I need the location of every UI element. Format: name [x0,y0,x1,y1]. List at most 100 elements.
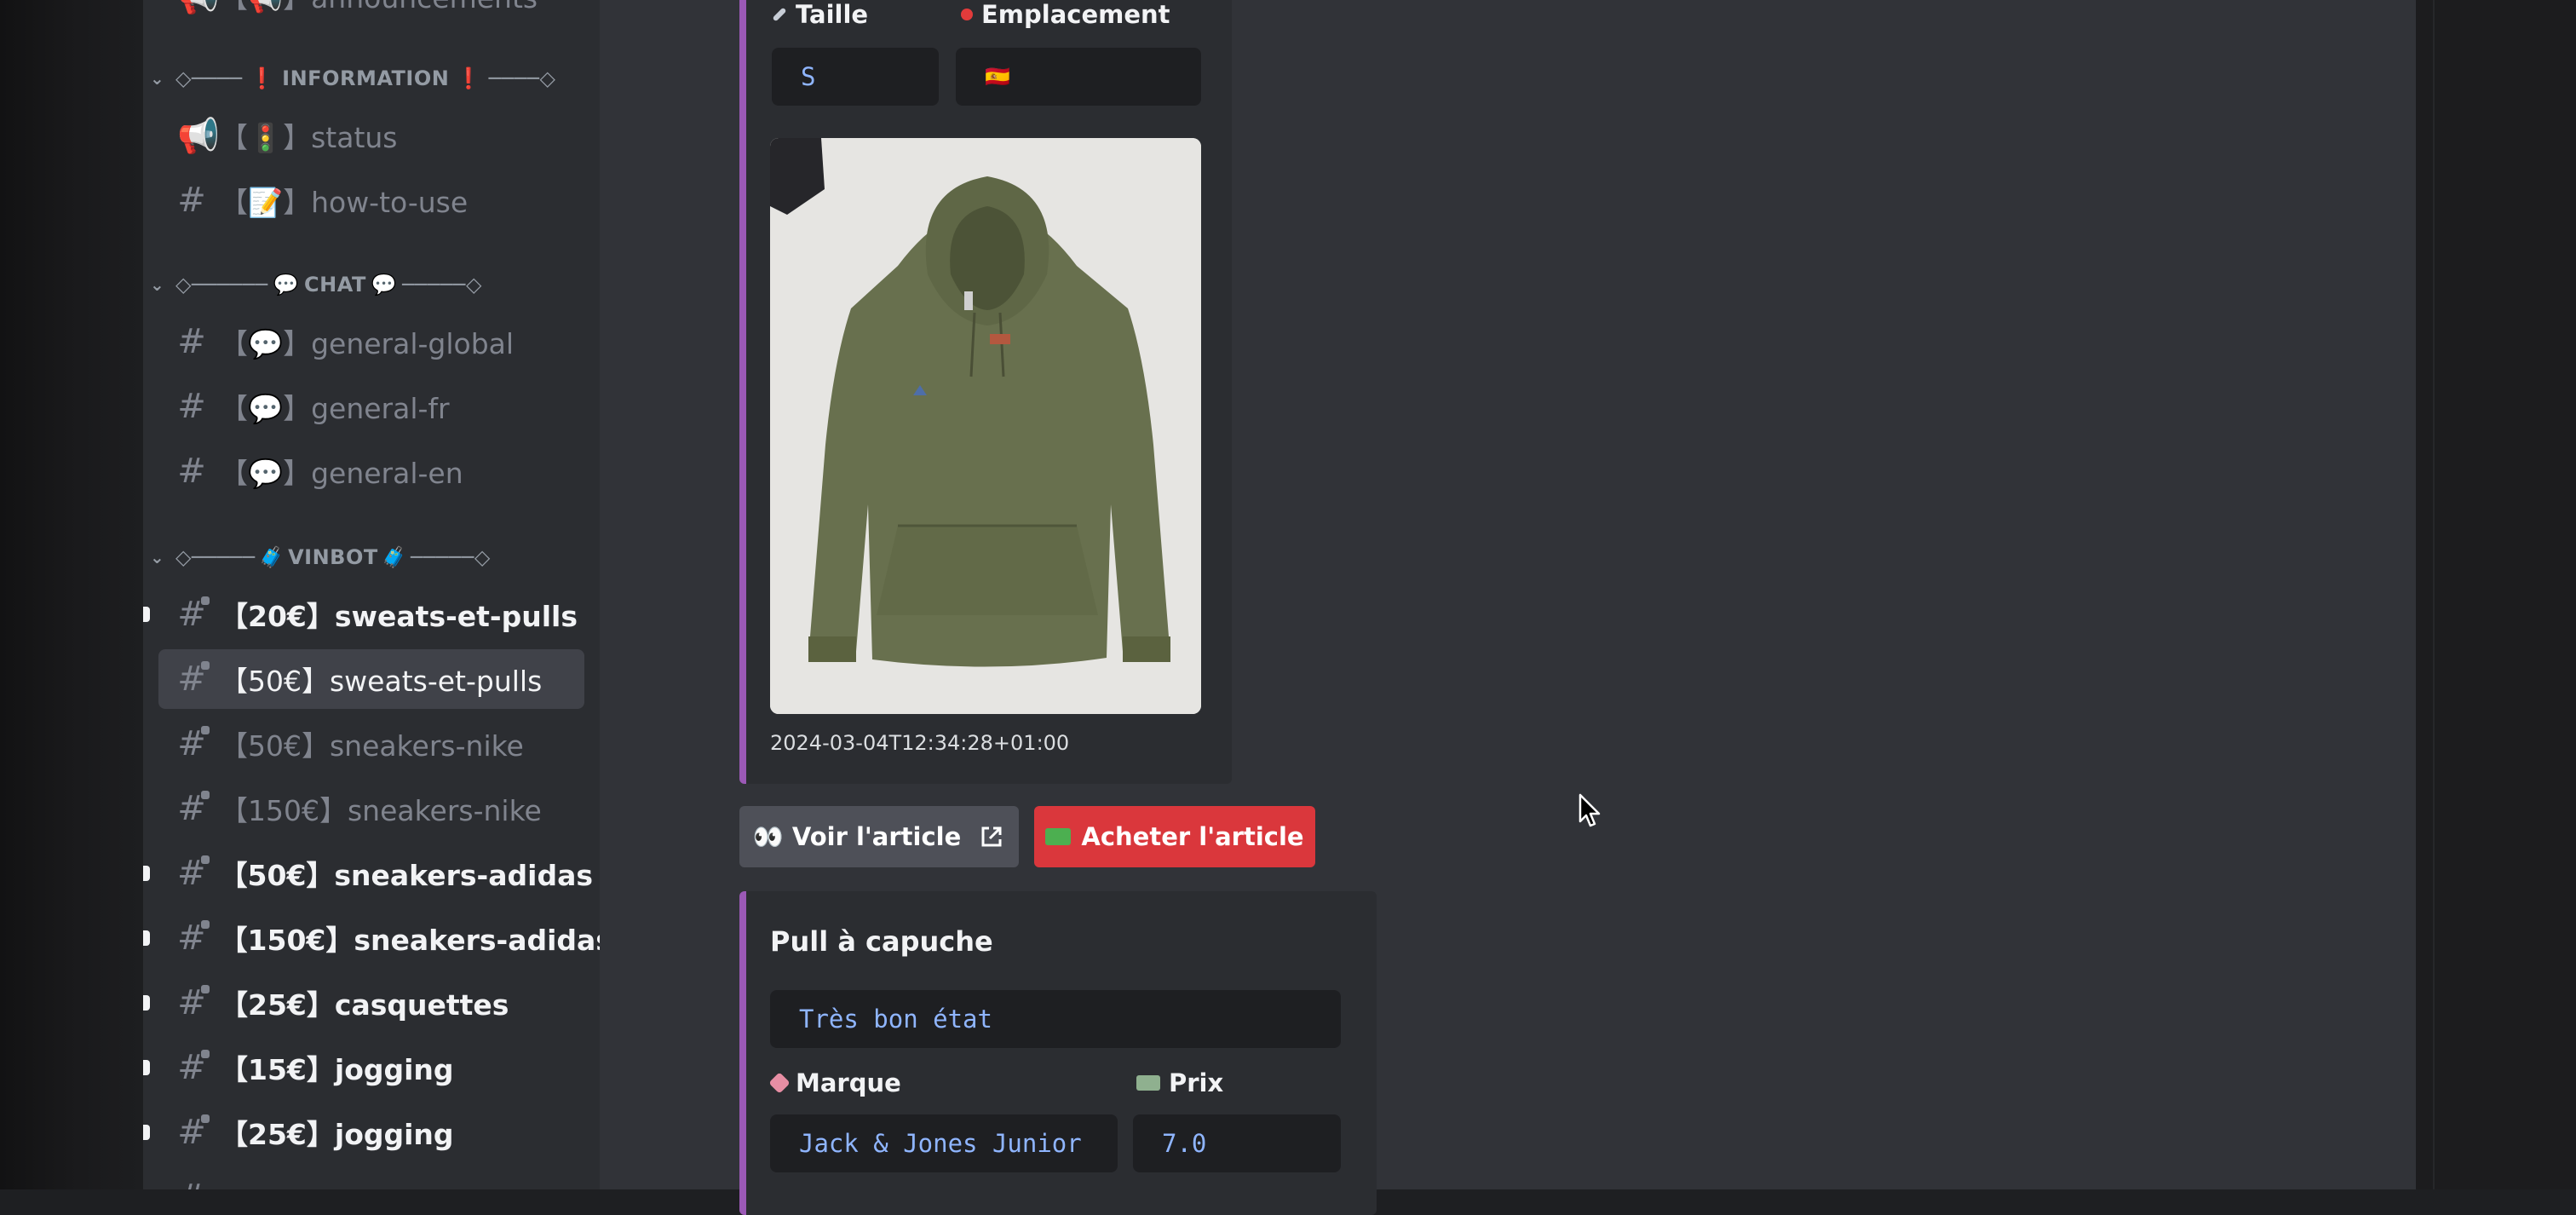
price-field-label: Prix [1136,1068,1223,1097]
channel-label: 【50€】sneakers-nike [220,729,524,763]
buy-article-button[interactable]: Acheter l'article [1034,806,1315,867]
locked-hash-icon: # [177,1048,210,1087]
locked-hash-icon: # [177,659,210,699]
background-left [0,0,143,1189]
locked-hash-icon: # [177,595,210,634]
brand-value: Jack & Jones Junior [770,1114,1118,1172]
article-title: Pull à capuche [770,925,993,958]
locked-hash-icon: # [177,789,210,828]
megaphone-icon: 📢 [177,0,220,16]
channel-label: 【📢】announcements [220,0,538,16]
view-article-button[interactable]: 👀 Voir l'article [739,806,1019,867]
locked-hash-icon: # [177,1113,210,1152]
channel-status[interactable]: 📢 【🚦】status [158,106,584,165]
channel-25-jogging[interactable]: # 【25€】jogging [143,1103,584,1162]
channel-15-jogging[interactable]: # 【15€】jogging [143,1038,584,1097]
category-prefix: ◇───── [175,545,256,569]
hash-icon: # [177,387,206,426]
channel-label: 【💬】general-fr [220,392,450,425]
unread-indicator [143,607,150,622]
category-name: CHAT [304,273,366,297]
channel-general-fr[interactable]: # 【💬】general-fr [158,377,584,436]
speech-bubble-icon: 💬 [371,273,398,297]
unread-indicator [143,1125,150,1140]
external-link-icon [981,826,1002,847]
channel-label: 【25€】jogging [220,1118,454,1151]
channel-label: 【50€】sneakers-adidas [219,859,593,892]
window-edge [2433,0,2435,1189]
channel-how-to-use[interactable]: # 【📝】how-to-use [158,170,584,230]
megaphone-icon: 📢 [177,116,220,156]
channel-label: 【💬】general-global [220,327,515,360]
category-chat[interactable]: ⌄ ◇────── 💬 CHAT 💬 ─────◇ [150,268,482,302]
locked-hash-icon: # [177,983,210,1022]
category-prefix: ◇──── [175,66,243,90]
size-value: S [772,48,939,106]
exclamation-icon: ❗ [249,66,276,90]
eyes-icon: 👀 [752,821,784,851]
hoodie-illustration [770,138,1201,714]
unread-indicator [143,866,150,881]
pin-icon [961,9,973,20]
channel-general-global[interactable]: # 【💬】general-global [158,312,584,371]
channel-25-casquettes[interactable]: # 【25€】casquettes [143,973,584,1033]
channel-general-en[interactable]: # 【💬】general-en [158,441,584,501]
channel-label: 【25€】casquettes [220,988,509,1022]
channel-50-sneakers-nike[interactable]: # 【50€】sneakers-nike [158,714,584,774]
product-image[interactable] [770,138,1201,714]
location-field-label: Emplacement [961,0,1170,29]
chevron-down-icon: ⌄ [150,68,165,89]
background-right [2416,0,2576,1189]
locked-hash-icon: # [177,854,210,893]
embed-timestamp: 2024-03-04T12:34:28+01:00 [770,731,1070,755]
channel-50-sweats-et-pulls[interactable]: # 【50€】sweats-et-pulls [158,649,584,709]
chevron-down-icon: ⌄ [150,547,165,567]
money-icon [1045,828,1072,845]
channel-label: 【150€】sneakers-adidas [219,924,600,957]
unread-indicator [143,995,150,1011]
channel-150-sneakers-nike[interactable]: # 【150€】sneakers-nike [158,779,584,838]
channel-label: 【🚦】status [220,121,398,154]
locked-hash-icon: # [177,724,210,763]
channel-label: 【50€】sweats-et-pulls [220,665,543,698]
category-vinbot[interactable]: ⌄ ◇───── 🧳 VINBOT 🧳 ─────◇ [150,540,491,574]
unread-indicator [143,1060,150,1075]
category-information[interactable]: ⌄ ◇──── ❗ INFORMATION ❗ ────◇ [150,61,556,95]
hash-icon: # [177,181,206,220]
size-field-label: Taille [772,0,868,29]
channel-label: 【15€】jogging [220,1053,454,1086]
category-suffix: ─────◇ [402,273,482,297]
channel-partial[interactable]: # [158,1167,584,1189]
channel-label: 【150€】sneakers-nike [220,794,542,827]
category-suffix: ────◇ [488,66,556,90]
channel-label: 【📝】how-to-use [220,186,469,219]
ruler-icon [772,7,787,22]
channel-label: 【20€】sweats-et-pulls [220,600,578,633]
locked-hash-icon: # [177,918,210,958]
channel-announcements[interactable]: 📢 【📢】announcements [158,0,584,26]
category-name: INFORMATION [282,66,450,90]
channel-label: 【💬】general-en [220,457,463,490]
category-prefix: ◇────── [175,273,268,297]
luggage-icon: 🧳 [381,545,408,569]
category-suffix: ─────◇ [411,545,491,569]
chevron-down-icon: ⌄ [150,274,165,295]
banknote-icon [1136,1075,1160,1091]
unread-indicator [143,930,150,946]
tag-icon [768,1072,791,1094]
exclamation-icon: ❗ [456,66,482,90]
luggage-icon: 🧳 [258,545,285,569]
channel-20-sweats-et-pulls[interactable]: # 【20€】sweats-et-pulls [143,584,584,644]
price-value: 7.0 [1133,1114,1341,1172]
locked-hash-icon: # [177,1178,206,1189]
channel-150-sneakers-adidas[interactable]: # 【150€】sneakers-adidas [143,908,600,968]
hash-icon: # [177,322,206,361]
brand-field-label: Marque [768,1068,901,1097]
channel-50-sneakers-adidas[interactable]: # 【50€】sneakers-adidas [143,844,593,903]
mouse-cursor-icon [1578,793,1601,827]
speech-bubble-icon: 💬 [273,273,300,297]
channel-sidebar: 📢 【📢】announcements ⌄ ◇──── ❗ INFORMATION… [143,0,600,1189]
hash-icon: # [177,452,206,491]
category-name: VINBOT [288,545,378,569]
condition-value: Très bon état [770,990,1341,1048]
